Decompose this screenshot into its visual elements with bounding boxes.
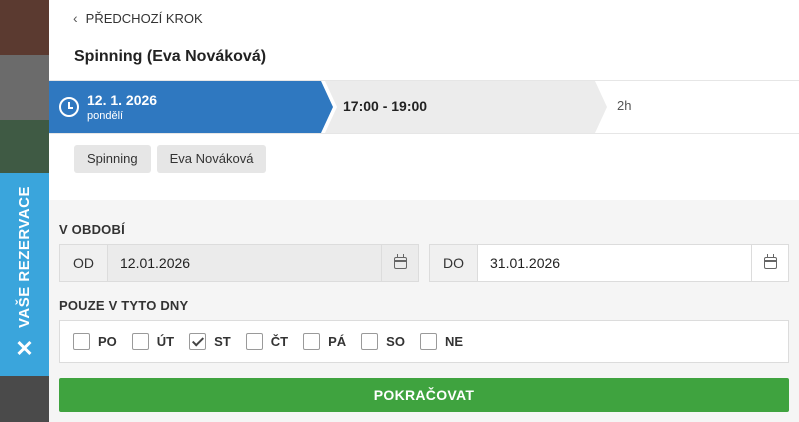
date-to-calendar-button[interactable] xyxy=(751,245,788,281)
checkbox[interactable] xyxy=(361,333,379,350)
continue-button[interactable]: POKRAČOVAT xyxy=(59,378,789,412)
my-reservations-tab[interactable]: VAŠE REZERVACE ✕ xyxy=(0,173,49,376)
date-to-field[interactable]: DO 31.01.2026 xyxy=(429,244,789,282)
checkbox[interactable] xyxy=(73,333,90,350)
checkbox[interactable] xyxy=(419,333,437,350)
date-from-calendar-button[interactable] xyxy=(381,245,418,281)
day-checkbox-fri[interactable]: PÁ xyxy=(303,333,346,350)
tag-instructor: Eva Nováková xyxy=(156,145,267,173)
previous-step-link[interactable]: ‹ PŘEDCHOZÍ KROK xyxy=(73,10,203,26)
slot-weekday: pondělí xyxy=(87,110,124,122)
day-label: ÚT xyxy=(156,334,175,349)
day-label: NE xyxy=(444,334,464,349)
slot-date-value: 12. 1. 2026 xyxy=(87,92,158,108)
date-from-field[interactable]: OD 12.01.2026 xyxy=(59,244,419,282)
date-to-prefix: DO xyxy=(430,245,478,281)
day-checkbox-tue[interactable]: ÚT xyxy=(131,333,175,350)
tag-list: Spinning Eva Nováková xyxy=(74,145,267,173)
previous-step-label: PŘEDCHOZÍ KROK xyxy=(85,10,203,26)
period-label: V OBDOBÍ xyxy=(59,222,125,237)
page-title: Spinning (Eva Nováková) xyxy=(74,48,267,65)
date-from-value[interactable]: 12.01.2026 xyxy=(108,245,381,281)
close-icon[interactable]: ✕ xyxy=(15,338,33,360)
days-label: POUZE V TYTO DNY xyxy=(59,298,189,313)
slot-duration: 2h xyxy=(617,98,632,113)
tag-activity: Spinning xyxy=(74,145,151,173)
day-label: ČT xyxy=(270,334,289,349)
day-checkbox-sat[interactable]: SO xyxy=(361,333,405,350)
day-checkbox-thu[interactable]: ČT xyxy=(245,333,289,350)
date-from-prefix: OD xyxy=(60,245,108,281)
chevron-left-icon: ‹ xyxy=(73,10,78,26)
weekday-selector: PO ÚT ST ČT PÁ SO NE xyxy=(59,320,789,363)
day-checkbox-wed[interactable]: ST xyxy=(189,333,231,350)
checkbox[interactable] xyxy=(131,333,149,350)
slot-date: 12. 1. 2026 pondělí xyxy=(49,81,333,133)
day-checkbox-sun[interactable]: NE xyxy=(419,333,464,350)
slot-time-value: 17:00 - 19:00 xyxy=(343,98,428,114)
calendar-icon xyxy=(394,254,407,269)
booking-panel: ‹ PŘEDCHOZÍ KROK Spinning (Eva Nováková)… xyxy=(49,0,799,422)
calendar-icon xyxy=(764,254,777,269)
day-checkbox-mon[interactable]: PO xyxy=(73,333,117,350)
date-to-value[interactable]: 31.01.2026 xyxy=(478,245,751,281)
my-reservations-label: VAŠE REZERVACE xyxy=(16,185,33,328)
day-label: PO xyxy=(98,334,117,349)
checkbox[interactable] xyxy=(303,333,321,350)
slot-time: 17:00 - 19:00 xyxy=(325,81,607,133)
slot-summary: 12. 1. 2026 pondělí 17:00 - 19:00 2h xyxy=(49,80,799,134)
checkbox[interactable] xyxy=(245,333,263,350)
day-label: ST xyxy=(214,334,231,349)
day-label: PÁ xyxy=(328,334,347,349)
clock-icon xyxy=(59,97,79,117)
day-label: SO xyxy=(386,334,405,349)
checkbox[interactable] xyxy=(189,333,207,350)
